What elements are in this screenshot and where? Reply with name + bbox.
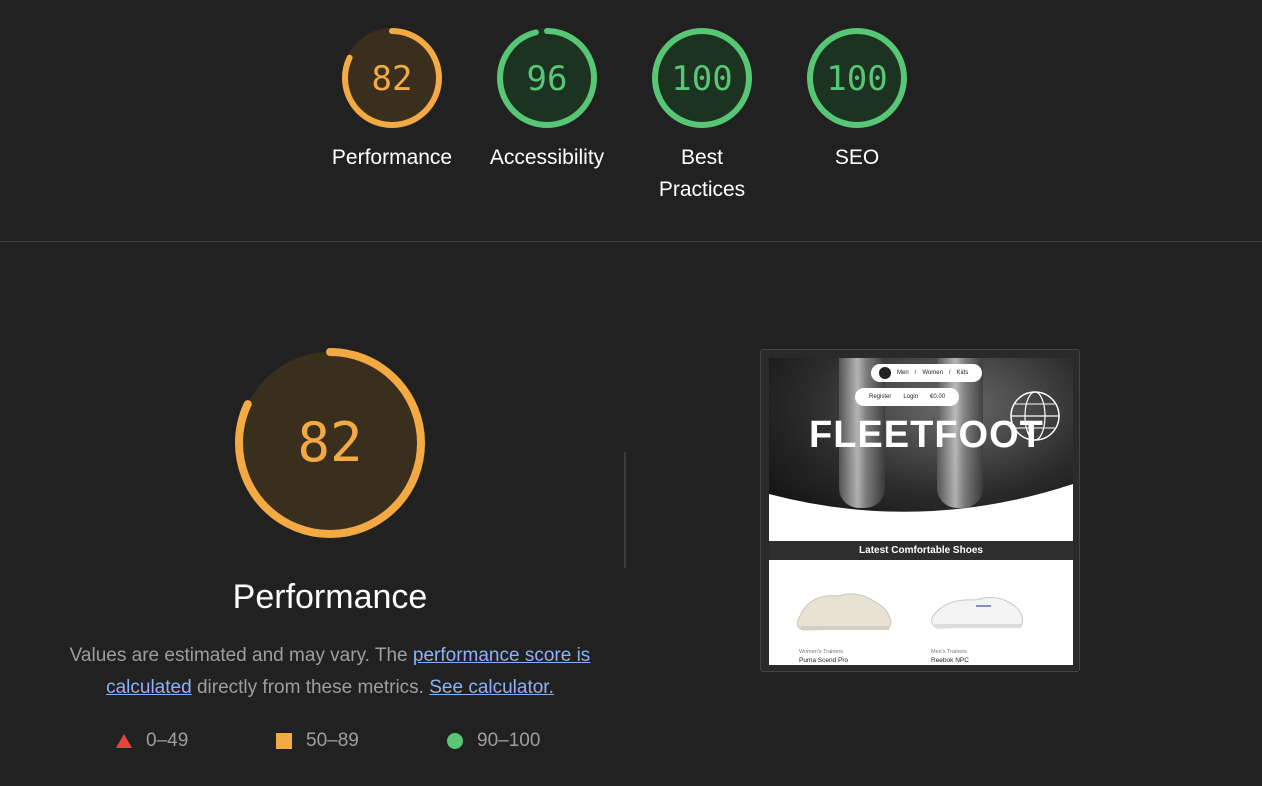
gauge-ring-best-practices: 100 xyxy=(652,28,752,128)
screenshot-nav: Men / Women / Kids xyxy=(871,364,983,382)
hero-curve xyxy=(769,484,1073,544)
desc-mid: directly from these metrics. xyxy=(191,677,430,698)
gauge-score-best-practices: 100 xyxy=(671,59,732,99)
action-register: Register xyxy=(869,394,892,400)
performance-score: 82 xyxy=(297,411,362,474)
gauge-ring-performance: 82 xyxy=(342,28,442,128)
gauge-label-performance: Performance xyxy=(331,146,453,169)
section-heading: Latest Comfortable Shoes xyxy=(769,541,1073,560)
gauge-best-practices[interactable]: 100 Best Practices xyxy=(637,26,767,206)
nav-kids: Kids xyxy=(956,370,969,376)
legend-average: 50–89 xyxy=(276,730,359,752)
performance-description: Values are estimated and may vary. The p… xyxy=(60,640,600,704)
gauge-label-accessibility: Accessibility xyxy=(489,146,605,169)
final-screenshot[interactable]: Men / Women / Kids Register Login €0.00 FL… xyxy=(760,349,1080,672)
gauge-label-seo: SEO xyxy=(834,146,880,169)
scores-summary: 82 Performance 96 Accessibility 100 Best… xyxy=(0,0,1262,242)
see-calculator-link[interactable]: See calculator. xyxy=(429,677,554,698)
product-name: Reebok NPC xyxy=(931,657,969,664)
gauge-seo[interactable]: 100 SEO xyxy=(792,26,922,174)
score-legend: 0–49 50–89 90–100 xyxy=(0,730,660,758)
action-cart: €0.00 xyxy=(930,394,946,400)
triangle-icon xyxy=(116,734,132,748)
performance-title: Performance xyxy=(232,578,428,616)
square-icon xyxy=(276,733,292,749)
desc-prefix: Values are estimated and may vary. The xyxy=(69,645,413,666)
performance-gauge-large: 82 xyxy=(230,343,430,543)
gauge-score-performance: 82 xyxy=(372,59,413,99)
gauge-score-accessibility: 96 xyxy=(527,59,568,99)
circle-icon xyxy=(447,733,463,749)
vertical-divider xyxy=(624,452,626,568)
shoe-image xyxy=(931,597,1024,629)
gauge-ring-accessibility: 96 xyxy=(497,28,597,128)
screenshot-actions: Register Login €0.00 xyxy=(855,388,960,406)
gauge-score-seo: 100 xyxy=(826,59,887,99)
product-name: Puma Scend Pro xyxy=(799,657,849,664)
nav-men: Men xyxy=(897,370,909,376)
legend-average-range: 50–89 xyxy=(306,730,359,751)
gauge-accessibility[interactable]: 96 Accessibility xyxy=(482,26,612,174)
product-card: Men's Trainers Reebok NPC xyxy=(921,578,1041,664)
product-category: Men's Trainers xyxy=(931,649,967,655)
globe-icon xyxy=(1010,391,1060,441)
legend-pass-range: 90–100 xyxy=(477,730,541,751)
gauge-label-best-practices: Best Practices xyxy=(658,146,746,201)
shoe-image xyxy=(796,593,892,631)
product-card: Women's Trainers Puma Scend Pro xyxy=(789,578,909,664)
nav-women: Women xyxy=(922,370,943,376)
gauge-ring-seo: 100 xyxy=(807,28,907,128)
performance-ring: 82 xyxy=(235,348,425,538)
legend-pass: 90–100 xyxy=(447,730,540,752)
action-login: Login xyxy=(903,394,919,400)
logo-icon xyxy=(879,367,891,379)
legend-fail: 0–49 xyxy=(116,730,188,752)
gauge-performance[interactable]: 82 Performance xyxy=(327,26,457,174)
product-category: Women's Trainers xyxy=(799,649,844,655)
legend-fail-range: 0–49 xyxy=(146,730,189,751)
page-screenshot: Men / Women / Kids Register Login €0.00 FL… xyxy=(769,358,1073,665)
